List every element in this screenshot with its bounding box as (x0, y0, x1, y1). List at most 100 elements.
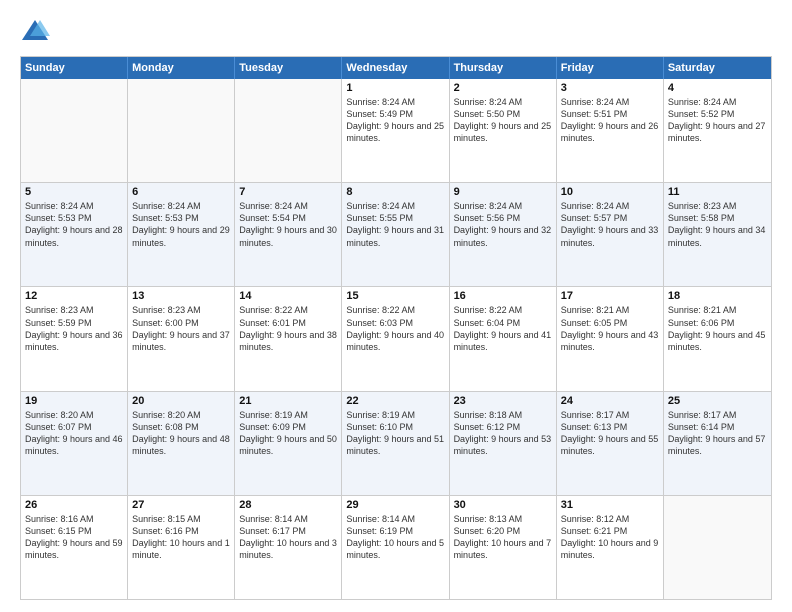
day-info: Sunrise: 8:24 AM Sunset: 5:52 PM Dayligh… (668, 96, 767, 145)
day-info: Sunrise: 8:17 AM Sunset: 6:13 PM Dayligh… (561, 409, 659, 458)
day-header-wednesday: Wednesday (342, 57, 449, 79)
day-number: 29 (346, 499, 444, 511)
day-info: Sunrise: 8:19 AM Sunset: 6:10 PM Dayligh… (346, 409, 444, 458)
day-number: 18 (668, 290, 767, 302)
day-info: Sunrise: 8:22 AM Sunset: 6:01 PM Dayligh… (239, 304, 337, 353)
day-info: Sunrise: 8:18 AM Sunset: 6:12 PM Dayligh… (454, 409, 552, 458)
calendar-week-5: 26 Sunrise: 8:16 AM Sunset: 6:15 PM Dayli… (21, 495, 771, 599)
day-info: Sunrise: 8:20 AM Sunset: 6:07 PM Dayligh… (25, 409, 123, 458)
day-number: 8 (346, 186, 444, 198)
day-cell-11: 11Sunrise: 8:23 AM Sunset: 5:58 PM Dayli… (664, 183, 771, 286)
day-number: 28 (239, 499, 337, 511)
calendar-header: SundayMondayTuesdayWednesdayThursdayFrid… (21, 57, 771, 79)
day-info: Sunrise: 8:24 AM Sunset: 5:53 PM Dayligh… (25, 200, 123, 249)
day-cell-8: 8 Sunrise: 8:24 AM Sunset: 5:55 PM Daylig… (342, 183, 449, 286)
day-info: Sunrise: 8:23 AM Sunset: 5:59 PM Dayligh… (25, 304, 123, 353)
day-info: Sunrise: 8:24 AM Sunset: 5:51 PM Dayligh… (561, 96, 659, 145)
day-cell-16: 16 Sunrise: 8:22 AM Sunset: 6:04 PM Dayli… (450, 287, 557, 390)
day-number: 27 (132, 499, 230, 511)
day-number: 1 (346, 82, 444, 94)
day-number: 31 (561, 499, 659, 511)
day-cell-14: 14Sunrise: 8:22 AM Sunset: 6:01 PM Dayli… (235, 287, 342, 390)
logo-icon (20, 16, 50, 46)
day-cell-19: 19 Sunrise: 8:20 AM Sunset: 6:07 PM Dayli… (21, 392, 128, 495)
day-number: 5 (25, 186, 123, 198)
day-number: 15 (346, 290, 444, 302)
day-info: Sunrise: 8:22 AM Sunset: 6:04 PM Dayligh… (454, 304, 552, 353)
day-info: Sunrise: 8:19 AM Sunset: 6:09 PM Dayligh… (239, 409, 337, 458)
day-header-tuesday: Tuesday (235, 57, 342, 79)
day-cell-15: 15 Sunrise: 8:22 AM Sunset: 6:03 PM Dayli… (342, 287, 449, 390)
day-number: 23 (454, 395, 552, 407)
day-info: Sunrise: 8:13 AM Sunset: 6:20 PM Dayligh… (454, 513, 552, 562)
day-info: Sunrise: 8:24 AM Sunset: 5:55 PM Dayligh… (346, 200, 444, 249)
day-cell-27: 27 Sunrise: 8:15 AM Sunset: 6:16 PM Dayli… (128, 496, 235, 599)
day-info: Sunrise: 8:17 AM Sunset: 6:14 PM Dayligh… (668, 409, 767, 458)
day-info: Sunrise: 8:24 AM Sunset: 5:49 PM Dayligh… (346, 96, 444, 145)
day-info: Sunrise: 8:14 AM Sunset: 6:19 PM Dayligh… (346, 513, 444, 562)
day-header-thursday: Thursday (450, 57, 557, 79)
calendar-week-1: 1 Sunrise: 8:24 AM Sunset: 5:49 PM Daylig… (21, 79, 771, 182)
day-cell-12: 12 Sunrise: 8:23 AM Sunset: 5:59 PM Dayli… (21, 287, 128, 390)
day-info: Sunrise: 8:14 AM Sunset: 6:17 PM Dayligh… (239, 513, 337, 562)
day-number: 2 (454, 82, 552, 94)
day-cell-20: 20 Sunrise: 8:20 AM Sunset: 6:08 PM Dayli… (128, 392, 235, 495)
day-cell-29: 29 Sunrise: 8:14 AM Sunset: 6:19 PM Dayli… (342, 496, 449, 599)
day-cell-25: 25 Sunrise: 8:17 AM Sunset: 6:14 PM Dayli… (664, 392, 771, 495)
day-number: 25 (668, 395, 767, 407)
day-number: 19 (25, 395, 123, 407)
day-info: Sunrise: 8:16 AM Sunset: 6:15 PM Dayligh… (25, 513, 123, 562)
day-number: 30 (454, 499, 552, 511)
day-number: 16 (454, 290, 552, 302)
day-number: 12 (25, 290, 123, 302)
day-number: 26 (25, 499, 123, 511)
calendar-week-2: 5 Sunrise: 8:24 AM Sunset: 5:53 PM Daylig… (21, 182, 771, 286)
day-cell-7: 7Sunrise: 8:24 AM Sunset: 5:54 PM Daylig… (235, 183, 342, 286)
day-info: Sunrise: 8:23 AM Sunset: 5:58 PM Dayligh… (668, 200, 767, 249)
day-cell-empty-0-0 (21, 79, 128, 182)
day-info: Sunrise: 8:15 AM Sunset: 6:16 PM Dayligh… (132, 513, 230, 562)
day-cell-3: 3 Sunrise: 8:24 AM Sunset: 5:51 PM Daylig… (557, 79, 664, 182)
calendar-week-3: 12 Sunrise: 8:23 AM Sunset: 5:59 PM Dayli… (21, 286, 771, 390)
day-number: 6 (132, 186, 230, 198)
day-cell-18: 18 Sunrise: 8:21 AM Sunset: 6:06 PM Dayli… (664, 287, 771, 390)
day-info: Sunrise: 8:21 AM Sunset: 6:06 PM Dayligh… (668, 304, 767, 353)
day-cell-26: 26 Sunrise: 8:16 AM Sunset: 6:15 PM Dayli… (21, 496, 128, 599)
day-cell-empty-0-2 (235, 79, 342, 182)
day-info: Sunrise: 8:12 AM Sunset: 6:21 PM Dayligh… (561, 513, 659, 562)
day-info: Sunrise: 8:22 AM Sunset: 6:03 PM Dayligh… (346, 304, 444, 353)
day-info: Sunrise: 8:21 AM Sunset: 6:05 PM Dayligh… (561, 304, 659, 353)
day-cell-28: 28 Sunrise: 8:14 AM Sunset: 6:17 PM Dayli… (235, 496, 342, 599)
day-info: Sunrise: 8:24 AM Sunset: 5:50 PM Dayligh… (454, 96, 552, 145)
day-number: 22 (346, 395, 444, 407)
day-info: Sunrise: 8:24 AM Sunset: 5:57 PM Dayligh… (561, 200, 659, 249)
day-cell-13: 13Sunrise: 8:23 AM Sunset: 6:00 PM Dayli… (128, 287, 235, 390)
day-number: 10 (561, 186, 659, 198)
day-cell-6: 6 Sunrise: 8:24 AM Sunset: 5:53 PM Daylig… (128, 183, 235, 286)
day-info: Sunrise: 8:24 AM Sunset: 5:53 PM Dayligh… (132, 200, 230, 249)
day-cell-10: 10 Sunrise: 8:24 AM Sunset: 5:57 PM Dayli… (557, 183, 664, 286)
day-cell-17: 17Sunrise: 8:21 AM Sunset: 6:05 PM Dayli… (557, 287, 664, 390)
calendar: SundayMondayTuesdayWednesdayThursdayFrid… (20, 56, 772, 600)
day-cell-empty-0-1 (128, 79, 235, 182)
day-cell-23: 23 Sunrise: 8:18 AM Sunset: 6:12 PM Dayli… (450, 392, 557, 495)
day-number: 24 (561, 395, 659, 407)
day-number: 9 (454, 186, 552, 198)
day-header-saturday: Saturday (664, 57, 771, 79)
day-number: 21 (239, 395, 337, 407)
day-cell-21: 21 Sunrise: 8:19 AM Sunset: 6:09 PM Dayli… (235, 392, 342, 495)
day-cell-1: 1 Sunrise: 8:24 AM Sunset: 5:49 PM Daylig… (342, 79, 449, 182)
day-cell-4: 4Sunrise: 8:24 AM Sunset: 5:52 PM Daylig… (664, 79, 771, 182)
day-cell-30: 30 Sunrise: 8:13 AM Sunset: 6:20 PM Dayli… (450, 496, 557, 599)
day-info: Sunrise: 8:24 AM Sunset: 5:56 PM Dayligh… (454, 200, 552, 249)
day-cell-5: 5 Sunrise: 8:24 AM Sunset: 5:53 PM Daylig… (21, 183, 128, 286)
day-info: Sunrise: 8:24 AM Sunset: 5:54 PM Dayligh… (239, 200, 337, 249)
day-number: 3 (561, 82, 659, 94)
calendar-body: 1 Sunrise: 8:24 AM Sunset: 5:49 PM Daylig… (21, 79, 771, 599)
day-cell-31: 31 Sunrise: 8:12 AM Sunset: 6:21 PM Dayli… (557, 496, 664, 599)
calendar-week-4: 19 Sunrise: 8:20 AM Sunset: 6:07 PM Dayli… (21, 391, 771, 495)
day-cell-empty-4-6 (664, 496, 771, 599)
day-info: Sunrise: 8:20 AM Sunset: 6:08 PM Dayligh… (132, 409, 230, 458)
day-cell-9: 9 Sunrise: 8:24 AM Sunset: 5:56 PM Daylig… (450, 183, 557, 286)
day-number: 20 (132, 395, 230, 407)
